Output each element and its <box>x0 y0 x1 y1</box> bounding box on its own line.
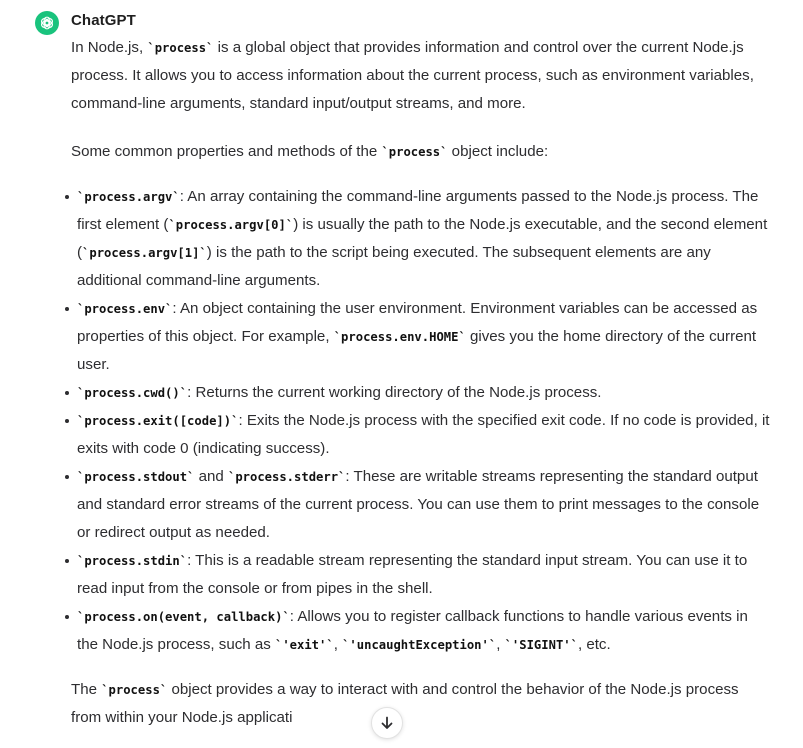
inline-code: `process.argv` <box>77 190 180 204</box>
bullet <box>65 419 69 423</box>
bullet <box>65 559 69 563</box>
inline-code: `process.stdin` <box>77 554 188 568</box>
list-item: `process.on(event, callback)`: Allows yo… <box>65 603 771 659</box>
bullet <box>65 307 69 311</box>
inline-code: `process.argv[1]` <box>82 246 207 260</box>
intro-paragraph: In Node.js, `process` is a global object… <box>71 34 771 118</box>
list-item: `process.stdout` and `process.stderr`: T… <box>65 463 771 547</box>
inline-code: `process` <box>101 683 168 697</box>
inline-code: `process.env.HOME` <box>333 330 466 344</box>
text: object provides a way to interact with a… <box>71 681 739 726</box>
message-content: In Node.js, `process` is a global object… <box>65 34 771 732</box>
inline-code: `process` <box>381 145 448 159</box>
list-item: `process.stdin`: This is a readable stre… <box>65 547 771 603</box>
openai-logo-icon <box>40 16 54 30</box>
bullet <box>65 195 69 199</box>
text: object include: <box>447 143 549 160</box>
list-item: `process.cwd()`: Returns the current wor… <box>65 379 771 407</box>
text: and <box>194 468 228 485</box>
inline-code: `process.env` <box>77 302 173 316</box>
text: , <box>333 636 343 653</box>
inline-code: `process.stdout` <box>77 470 195 484</box>
inline-code: `'SIGINT'` <box>504 638 578 652</box>
author-name: ChatGPT <box>71 12 136 29</box>
list-item: `process.env`: An object containing the … <box>65 295 771 379</box>
inline-code: `process.exit([code])` <box>77 414 239 428</box>
bullet <box>65 391 69 395</box>
text: , <box>496 636 505 653</box>
inline-code: `'uncaughtException'` <box>342 638 497 652</box>
bullet <box>65 475 69 479</box>
inline-code: `process` <box>147 41 214 55</box>
scroll-to-bottom-button[interactable] <box>371 707 403 739</box>
inline-code: `process.on(event, callback)` <box>77 610 290 624</box>
list-item: `process.exit([code])`: Exits the Node.j… <box>65 407 771 463</box>
text: The <box>71 681 102 698</box>
text: In Node.js, <box>71 39 148 56</box>
chatgpt-avatar <box>35 11 59 35</box>
inline-code: `process.cwd()` <box>77 386 188 400</box>
text: , etc. <box>577 636 611 653</box>
inline-code: `process.argv[0]` <box>168 218 294 232</box>
text: : Returns the current working directory … <box>187 384 602 401</box>
bullet <box>65 615 69 619</box>
inline-code: `process.stderr` <box>227 470 346 484</box>
lead-paragraph: Some common properties and methods of th… <box>71 138 771 166</box>
properties-list: `process.argv`: An array containing the … <box>65 183 771 659</box>
list-item: `process.argv`: An array containing the … <box>65 183 771 295</box>
text: Some common properties and methods of th… <box>71 143 382 160</box>
outro-paragraph: The `process` object provides a way to i… <box>71 676 771 732</box>
arrow-down-icon <box>381 716 393 729</box>
inline-code: `'exit'` <box>275 638 334 652</box>
assistant-message: ChatGPT In Node.js, `process` is a globa… <box>0 0 803 748</box>
